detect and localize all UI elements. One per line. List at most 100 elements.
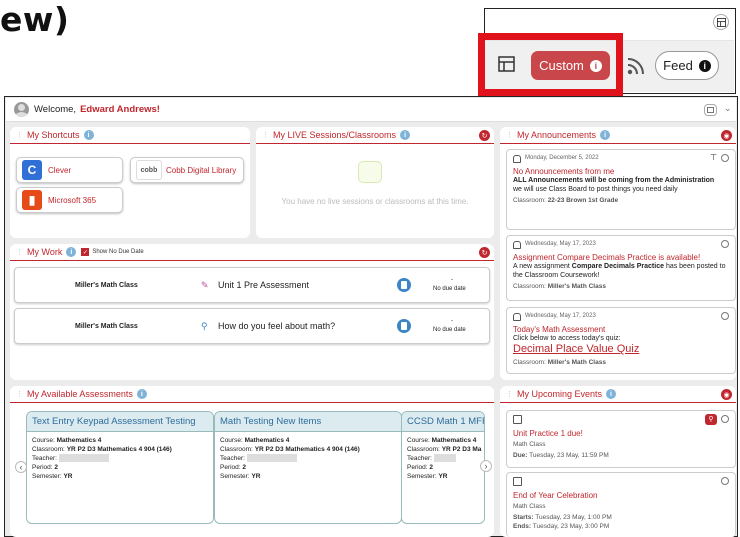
document-icon[interactable] bbox=[397, 278, 411, 292]
semester-label: Semester: bbox=[220, 473, 250, 480]
course-value: Mathematics 4 bbox=[244, 437, 290, 444]
classroom-label: Classroom: bbox=[513, 197, 546, 204]
chevron-down-icon[interactable]: ⌄ bbox=[724, 103, 732, 114]
document-icon[interactable] bbox=[397, 319, 411, 333]
drag-handle-icon[interactable]: ⋮ bbox=[16, 390, 23, 398]
layout-toggle-icon[interactable] bbox=[704, 104, 717, 116]
event-class: Math Class bbox=[513, 503, 546, 510]
shortcut-microsoft-365[interactable]: ▮ Microsoft 365 bbox=[16, 187, 123, 213]
drag-handle-icon[interactable]: ⋮ bbox=[16, 248, 23, 256]
announcement-body: we will use Class Board to post things y… bbox=[513, 186, 678, 193]
course-label: Course: bbox=[220, 437, 243, 444]
assessment-title[interactable]: CCSD Math 1 MFF bbox=[402, 412, 484, 432]
announcement-card[interactable]: Wednesday, May 17, 2023 Today's Math Ass… bbox=[506, 307, 736, 374]
classroom-value: YR P2 D3 Ma bbox=[441, 446, 482, 453]
refresh-icon[interactable]: ↻ bbox=[479, 247, 490, 258]
drag-handle-icon[interactable]: ⋮ bbox=[262, 131, 269, 139]
classroom-value: Miller's Math Class bbox=[547, 283, 606, 290]
work-row[interactable]: Miller's Math Class ✎ Unit 1 Pre Assessm… bbox=[14, 267, 490, 303]
shortcut-label: Microsoft 365 bbox=[48, 195, 97, 205]
assessments-title: My Available Assessments bbox=[27, 389, 133, 399]
panel-header: ⋮ My LIVE Sessions/Classrooms i ↻ bbox=[256, 127, 494, 144]
drag-handle-icon[interactable]: ⋮ bbox=[16, 131, 23, 139]
event-card[interactable]: ⚲ Unit Practice 1 due! Math Class Due: T… bbox=[506, 410, 736, 468]
panel-header: ⋮ My Upcoming Events i ◉ bbox=[500, 386, 736, 403]
panel-header: ⋮ My Available Assessments i bbox=[10, 386, 494, 403]
announcement-body: A new assignment bbox=[513, 263, 570, 270]
announcements-title: My Announcements bbox=[517, 130, 597, 140]
info-icon[interactable]: i bbox=[66, 247, 77, 257]
event-title: End of Year Celebration bbox=[513, 491, 598, 500]
shortcut-clever[interactable]: C Clever bbox=[16, 157, 123, 183]
classroom-value: YR P2 D3 Mathematics 4 904 (146) bbox=[254, 446, 360, 453]
info-icon[interactable]: i bbox=[606, 389, 617, 399]
classroom-label: Classroom: bbox=[407, 446, 440, 453]
chevron-left-icon[interactable]: ‹ bbox=[15, 461, 27, 473]
announcement-title: Today's Math Assessment bbox=[513, 325, 606, 334]
page-heading-fragment: ew) bbox=[0, 0, 70, 39]
pin-icon[interactable]: ⊤ bbox=[710, 153, 717, 162]
classroom-label: Classroom: bbox=[32, 446, 65, 453]
drag-handle-icon[interactable]: ⋮ bbox=[506, 131, 513, 139]
assessment-details: Course: Mathematics 4 Classroom: YR P2 D… bbox=[215, 432, 401, 485]
announcement-date: Wednesday, May 17, 2023 bbox=[525, 241, 596, 247]
assessment-card[interactable]: Math Testing New Items Course: Mathemati… bbox=[214, 411, 402, 524]
info-icon[interactable]: i bbox=[136, 389, 147, 399]
feed-label: Feed bbox=[663, 58, 693, 73]
semester-label: Semester: bbox=[407, 473, 437, 480]
period-label: Period: bbox=[220, 464, 241, 471]
course-value: Mathematics 4 bbox=[56, 437, 102, 444]
announcement-card[interactable]: Wednesday, May 17, 2023 Assignment Compa… bbox=[506, 235, 736, 301]
due-dash: - bbox=[451, 318, 453, 324]
highlight-box bbox=[478, 33, 623, 96]
due-date: No due date bbox=[433, 327, 466, 333]
bell-icon bbox=[513, 154, 521, 163]
teacher-label: Teacher: bbox=[407, 455, 432, 462]
eye-icon[interactable]: ◉ bbox=[721, 130, 732, 141]
search-icon[interactable]: ⚲ bbox=[705, 414, 717, 425]
semester-value: YR bbox=[251, 473, 261, 480]
course-label: Course: bbox=[407, 437, 430, 444]
eye-icon[interactable]: ◉ bbox=[721, 389, 732, 400]
avatar[interactable] bbox=[14, 102, 29, 117]
announcement-bold: Compare Decimals Practice bbox=[571, 263, 664, 270]
feed-rss-icon[interactable] bbox=[626, 56, 646, 81]
hide-icon[interactable] bbox=[721, 240, 729, 248]
hide-icon[interactable] bbox=[721, 312, 729, 320]
work-item-title: Unit 1 Pre Assessment bbox=[218, 280, 310, 290]
announcement-card[interactable]: Monday, December 5, 2022 ⊤ No Announceme… bbox=[506, 149, 736, 230]
announcement-date-row: Wednesday, May 17, 2023 bbox=[513, 312, 729, 321]
user-name[interactable]: Edward Andrews! bbox=[80, 104, 160, 115]
quiz-link[interactable]: Decimal Place Value Quiz bbox=[513, 343, 729, 356]
due-value: Tuesday, 23 May, 11:59 PM bbox=[529, 452, 609, 459]
hide-icon[interactable] bbox=[721, 477, 729, 485]
work-row[interactable]: Miller's Math Class ⚲ How do you feel ab… bbox=[14, 308, 490, 344]
semester-value: YR bbox=[438, 473, 448, 480]
announcement-date: Monday, December 5, 2022 bbox=[525, 155, 599, 161]
info-icon[interactable]: i bbox=[83, 130, 94, 140]
assessment-title[interactable]: Math Testing New Items bbox=[215, 412, 401, 432]
layout-menu-icon[interactable] bbox=[713, 14, 729, 30]
assessment-card[interactable]: CCSD Math 1 MFF Course: Mathematics 4 Cl… bbox=[401, 411, 485, 524]
ends-label: Ends: bbox=[513, 523, 532, 530]
info-icon[interactable]: i bbox=[600, 130, 611, 140]
show-no-due-date-checkbox[interactable]: ✓ bbox=[81, 248, 90, 256]
office-icon: ▮ bbox=[22, 190, 42, 210]
assessment-title[interactable]: Text Entry Keypad Assessment Testing bbox=[27, 412, 213, 432]
hide-icon[interactable] bbox=[721, 415, 729, 423]
refresh-icon[interactable]: ↻ bbox=[479, 130, 490, 141]
event-card[interactable]: End of Year Celebration Math Class Start… bbox=[506, 472, 736, 537]
announcement-date: Wednesday, May 17, 2023 bbox=[525, 313, 596, 319]
shortcut-cobb-library[interactable]: cobb Cobb Digital Library bbox=[130, 157, 244, 183]
drag-handle-icon[interactable]: ⋮ bbox=[506, 390, 513, 398]
assessment-card[interactable]: Text Entry Keypad Assessment Testing Cou… bbox=[26, 411, 214, 524]
shortcuts-title: My Shortcuts bbox=[27, 130, 80, 140]
info-icon[interactable]: i bbox=[400, 130, 411, 140]
work-class: Miller's Math Class bbox=[75, 322, 138, 330]
announcement-date-row: Wednesday, May 17, 2023 bbox=[513, 240, 729, 249]
announcement-date-row: Monday, December 5, 2022 bbox=[513, 154, 729, 163]
feed-view-button[interactable]: Feed i bbox=[655, 51, 719, 80]
panel-header: ⋮ My Announcements i ◉ bbox=[500, 127, 736, 144]
chevron-right-icon[interactable]: › bbox=[480, 460, 492, 472]
hide-icon[interactable] bbox=[721, 154, 729, 162]
